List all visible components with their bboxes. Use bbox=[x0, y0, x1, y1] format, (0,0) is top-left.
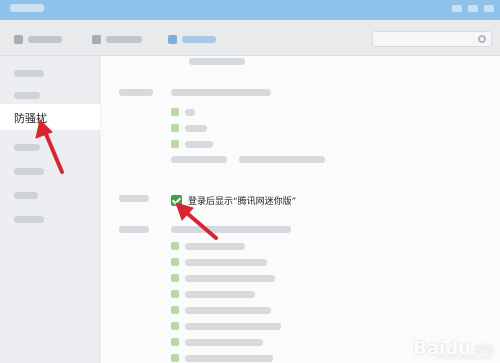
watermark-url: jingyan.baidu.com bbox=[436, 354, 492, 361]
arrow-to-sidebar-item bbox=[35, 119, 64, 174]
arrow-to-checkbox bbox=[175, 202, 218, 240]
baidu-jingyan-watermark: Baidu 经验 jingyan.baidu.com bbox=[413, 338, 494, 361]
annotation-arrows bbox=[35, 119, 218, 240]
